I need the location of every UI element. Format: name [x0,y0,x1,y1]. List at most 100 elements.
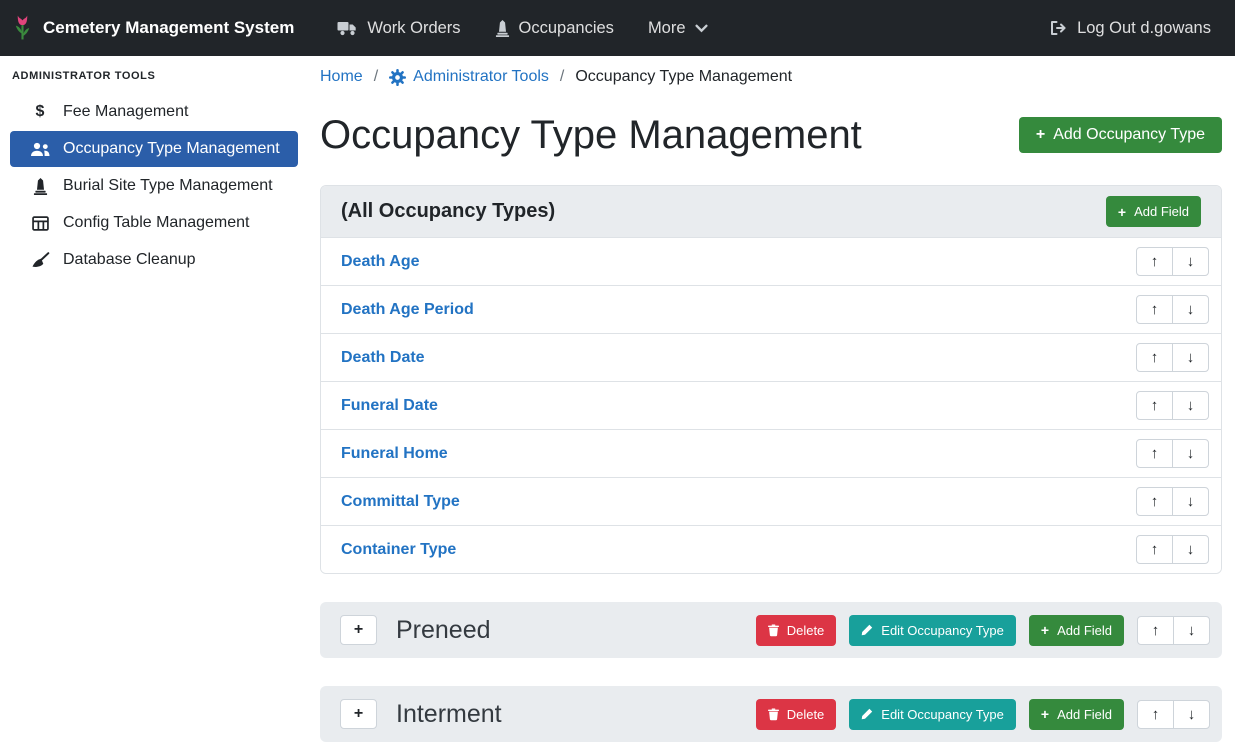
delete-button[interactable]: Delete [756,699,837,730]
page-title: Occupancy Type Management [320,109,862,161]
breadcrumb: Home / Administrator [320,65,1222,89]
add-field-button[interactable]: + Add Field [1029,699,1124,730]
field-link-death-age-period[interactable]: Death Age Period [341,301,474,319]
down-arrow-icon: ↓ [1188,622,1196,639]
move-up-button[interactable]: ↑ [1136,391,1173,420]
sidebar-item-label: Config Table Management [63,214,250,232]
move-up-button[interactable]: ↑ [1137,700,1174,729]
section-name: Preneed [396,613,756,647]
edit-occupancy-type-label: Edit Occupancy Type [881,707,1004,722]
up-arrow-icon: ↑ [1151,493,1159,510]
plus-icon: + [354,621,363,639]
pencil-icon [861,624,873,636]
field-row: Funeral Date ↑ ↓ [321,381,1221,429]
sidebar-item-burial-site-type-management[interactable]: Burial Site Type Management [10,168,298,204]
trash-icon [768,708,779,721]
sidebar-item-label: Occupancy Type Management [63,140,280,158]
logout-link[interactable]: Log Out d.gowans [1032,19,1211,38]
expand-button[interactable]: + [340,615,377,645]
sidebar-item-fee-management[interactable]: $ Fee Management [10,94,298,130]
delete-button[interactable]: Delete [756,615,837,646]
breadcrumb-current: Occupancy Type Management [575,68,792,86]
logout-icon [1049,20,1068,36]
move-up-button[interactable]: ↑ [1136,295,1173,324]
app-brand[interactable]: Cemetery Management System [12,13,294,43]
add-field-label: Add Field [1057,707,1112,722]
main-content: Home / Administrator [308,56,1235,738]
sidebar-item-database-cleanup[interactable]: Database Cleanup [10,242,298,278]
field-link-death-age[interactable]: Death Age [341,253,420,271]
field-link-committal-type[interactable]: Committal Type [341,493,460,511]
move-up-button[interactable]: ↑ [1136,535,1173,564]
reorder-group: ↑ ↓ [1136,535,1209,564]
up-arrow-icon: ↑ [1151,445,1159,462]
move-up-button[interactable]: ↑ [1136,487,1173,516]
up-arrow-icon: ↑ [1152,706,1160,723]
plus-icon: + [1041,623,1049,637]
add-occupancy-type-label: Add Occupancy Type [1053,126,1205,144]
field-link-funeral-date[interactable]: Funeral Date [341,397,438,415]
field-row: Committal Type ↑ ↓ [321,477,1221,525]
all-occupancy-types-card: (All Occupancy Types) + Add Field Death … [320,185,1222,574]
up-arrow-icon: ↑ [1152,622,1160,639]
field-row: Funeral Home ↑ ↓ [321,429,1221,477]
edit-occupancy-type-button[interactable]: Edit Occupancy Type [849,615,1016,646]
field-link-container-type[interactable]: Container Type [341,541,456,559]
pencil-icon [861,708,873,720]
sidebar-item-occupancy-type-management[interactable]: Occupancy Type Management [10,131,298,167]
plus-icon: + [354,705,363,723]
breadcrumb-admin-tools-link[interactable]: Administrator Tools [389,68,549,86]
field-row: Death Age ↑ ↓ [321,237,1221,285]
up-arrow-icon: ↑ [1151,397,1159,414]
add-field-button[interactable]: + Add Field [1106,196,1201,227]
move-down-button[interactable]: ↓ [1173,616,1210,645]
down-arrow-icon: ↓ [1187,445,1195,462]
breadcrumb-separator: / [374,68,378,86]
move-down-button[interactable]: ↓ [1172,343,1209,372]
reorder-group: ↑ ↓ [1136,487,1209,516]
nav-work-orders[interactable]: Work Orders [320,19,477,38]
down-arrow-icon: ↓ [1187,349,1195,366]
section-name: Interment [396,697,756,731]
down-arrow-icon: ↓ [1187,541,1195,558]
move-down-button[interactable]: ↓ [1172,295,1209,324]
field-link-death-date[interactable]: Death Date [341,349,425,367]
card-title: (All Occupancy Types) [341,200,555,223]
breadcrumb-admin-tools-label: Administrator Tools [413,68,549,86]
sidebar-item-config-table-management[interactable]: Config Table Management [10,205,298,241]
move-down-button[interactable]: ↓ [1172,439,1209,468]
users-icon [30,142,50,157]
breadcrumb-home-link[interactable]: Home [320,68,363,86]
add-field-button[interactable]: + Add Field [1029,615,1124,646]
dollar-icon: $ [30,103,50,121]
expand-button[interactable]: + [340,699,377,729]
field-row: Death Date ↑ ↓ [321,333,1221,381]
move-up-button[interactable]: ↑ [1136,439,1173,468]
app-title: Cemetery Management System [43,18,294,38]
move-down-button[interactable]: ↓ [1172,535,1209,564]
sidebar-item-label: Burial Site Type Management [63,177,273,195]
move-down-button[interactable]: ↓ [1173,700,1210,729]
trash-icon [768,624,779,637]
edit-occupancy-type-button[interactable]: Edit Occupancy Type [849,699,1016,730]
move-up-button[interactable]: ↑ [1136,247,1173,276]
nav-occupancies[interactable]: Occupancies [478,19,631,38]
edit-occupancy-type-label: Edit Occupancy Type [881,623,1004,638]
move-up-button[interactable]: ↑ [1137,616,1174,645]
field-link-funeral-home[interactable]: Funeral Home [341,445,448,463]
nav-more[interactable]: More [631,19,725,38]
move-down-button[interactable]: ↓ [1172,247,1209,276]
add-occupancy-type-button[interactable]: + Add Occupancy Type [1019,117,1222,153]
monument-icon [495,20,510,37]
move-up-button[interactable]: ↑ [1136,343,1173,372]
top-navbar: Cemetery Management System Work Orders O… [0,0,1235,56]
section-bar-preneed: + Preneed Delete [320,602,1222,658]
reorder-group: ↑ ↓ [1136,439,1209,468]
nav-occupancies-label: Occupancies [519,19,614,38]
move-down-button[interactable]: ↓ [1172,391,1209,420]
reorder-group: ↑ ↓ [1136,295,1209,324]
move-down-button[interactable]: ↓ [1172,487,1209,516]
title-row: Occupancy Type Management + Add Occupanc… [320,109,1222,161]
section-bar-interment: + Interment Delete [320,686,1222,742]
add-field-label: Add Field [1057,623,1112,638]
